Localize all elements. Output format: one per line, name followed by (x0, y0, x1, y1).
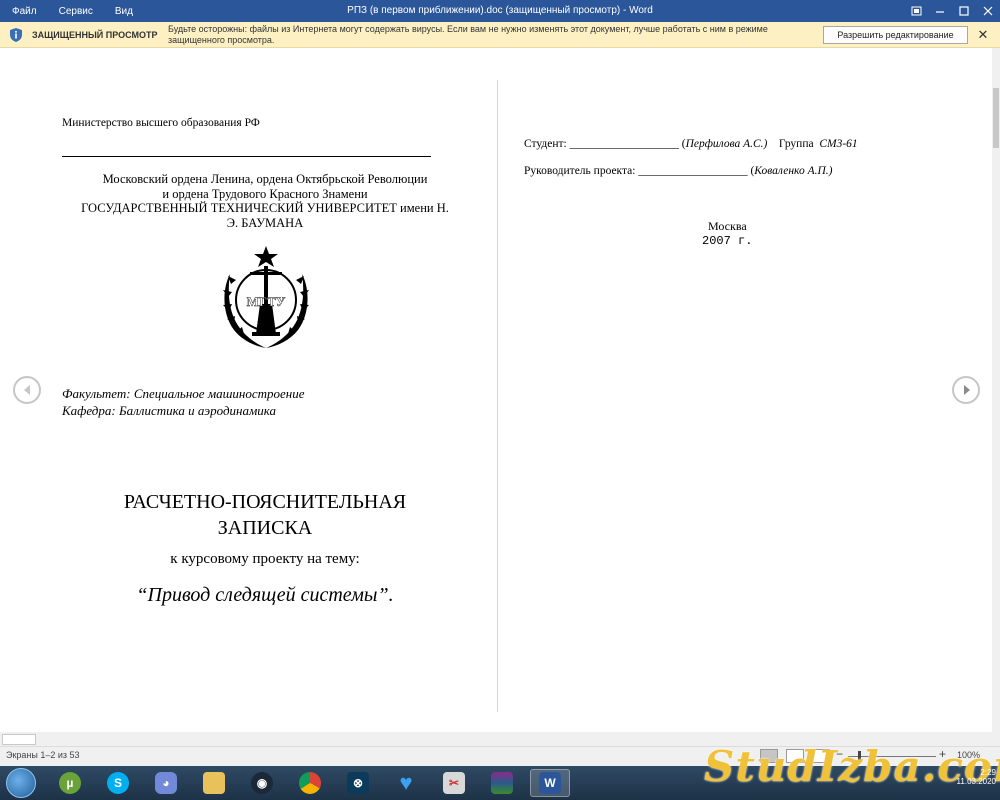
discord-icon[interactable]: ◕ (146, 769, 186, 797)
title-line: ЗАПИСКА (217, 517, 313, 539)
minimize-icon[interactable] (928, 0, 952, 22)
leader-name: Коваленко А.П.) (754, 165, 833, 177)
system-clock[interactable]: 2:29 11.03.2020 (940, 768, 996, 786)
document-title: РАСЧЕТНО-ПОЯСНИТЕЛЬНАЯ ЗАПИСКА (62, 489, 468, 541)
clock-time: 2:29 (980, 768, 996, 777)
student-line: Студент: ___________________ (Перфилова … (524, 138, 858, 150)
menu-service[interactable]: Сервис (59, 6, 93, 17)
ministry-text: Министерство высшего образования РФ (62, 117, 260, 129)
vertical-scrollbar[interactable] (992, 48, 1000, 732)
document-subtitle: к курсовому проекту на тему: (170, 551, 360, 567)
title-bar: Файл Сервис Вид РПЗ (в первом приближени… (0, 0, 1000, 22)
faculty-text: Факультет: Специальное машиностроение (62, 386, 305, 401)
window-controls (904, 0, 1000, 22)
window-title: РПЗ (в первом приближении).doc (защищенн… (347, 5, 653, 16)
next-screen-button[interactable] (952, 376, 980, 404)
scrollbar-thumb[interactable] (993, 88, 999, 148)
year-text: 2007 г. (702, 234, 753, 248)
page-count: Экраны 1–2 из 53 (6, 750, 80, 760)
project-topic: “Привод следящей системы”. (136, 584, 394, 606)
explorer-icon[interactable] (194, 769, 234, 797)
university-line: Э. БАУМАНА (226, 215, 304, 230)
menu-file[interactable]: Файл (12, 6, 37, 17)
horizontal-rule (62, 156, 431, 157)
horizontal-scrollbar-thumb[interactable] (2, 734, 36, 745)
previous-screen-button[interactable] (13, 376, 41, 404)
leader-label: Руководитель проекта: __________________… (524, 165, 755, 177)
shield-icon (10, 28, 22, 42)
word-icon[interactable]: W (530, 769, 570, 797)
heart-icon[interactable]: ♥ (386, 769, 426, 797)
group-value: СМ3-61 (819, 138, 858, 150)
university-line: ГОСУДАРСТВЕННЫЙ ТЕХНИЧЕСКИЙ УНИВЕРСИТЕТ … (81, 201, 449, 215)
protected-view-bar: ЗАЩИЩЕННЫЙ ПРОСМОТР Будьте осторожны: фа… (0, 22, 1000, 48)
fullscreen-icon[interactable] (904, 0, 928, 22)
menu-view[interactable]: Вид (115, 6, 133, 17)
university-emblem: МГТУ (223, 246, 309, 348)
start-button[interactable] (6, 768, 36, 798)
winrar-icon[interactable] (482, 769, 522, 797)
chrome-icon[interactable] (290, 769, 330, 797)
enable-editing-button[interactable]: Разрешить редактирование (823, 26, 968, 44)
group-label: Группа (767, 138, 820, 150)
chevron-left-icon (24, 385, 30, 395)
protected-view-title: ЗАЩИЩЕННЫЙ ПРОСМОТР (32, 30, 158, 40)
chair-text: Кафедра: Баллистика и аэродинамика (62, 403, 277, 418)
page-divider (497, 80, 498, 712)
chevron-right-icon (964, 385, 970, 395)
menu-bar: Файл Сервис Вид (6, 0, 149, 22)
leader-line: Руководитель проекта: __________________… (524, 165, 833, 177)
skype-icon[interactable]: S (98, 769, 138, 797)
maximize-icon[interactable] (952, 0, 976, 22)
app-icon[interactable]: ⊗ (338, 769, 378, 797)
student-name: Перфилова А.С.) (685, 138, 768, 150)
city-text: Москва (708, 219, 747, 233)
clock-date: 11.03.2020 (956, 777, 996, 786)
close-icon[interactable]: ✕ (976, 26, 990, 44)
utorrent-icon[interactable]: µ (50, 769, 90, 797)
title-line: РАСЧЕТНО-ПОЯСНИТЕЛЬНАЯ (123, 491, 407, 513)
snipping-icon[interactable]: ✂ (434, 769, 474, 797)
emblem-text: МГТУ (247, 294, 286, 309)
university-line: Московский ордена Ленина, ордена Октябрь… (102, 172, 428, 186)
close-window-icon[interactable] (976, 0, 1000, 22)
steam-icon[interactable]: ◉ (242, 769, 282, 797)
student-label: Студент: ___________________ ( (524, 138, 686, 150)
university-line: и ордена Трудового Красного Знамени (162, 186, 368, 201)
protected-view-message: Будьте осторожны: файлы из Интернета мог… (168, 24, 768, 45)
university-name: Московский ордена Ленина, ордена Октябрь… (62, 172, 468, 230)
